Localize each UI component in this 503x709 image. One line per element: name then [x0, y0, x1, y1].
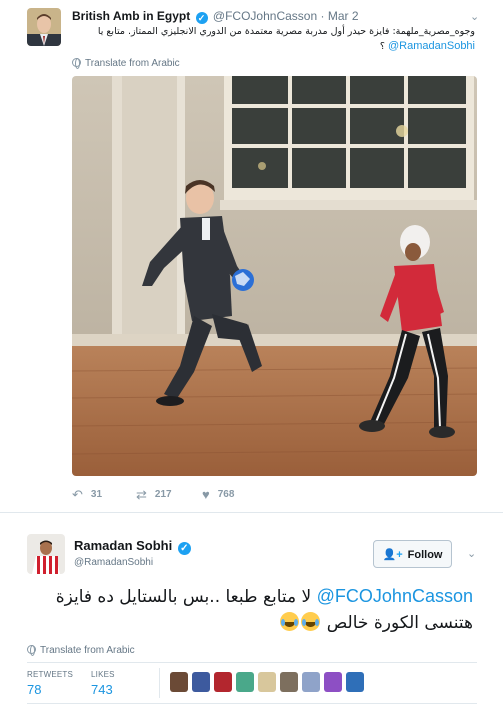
mention-link[interactable]: @RamadanSobhi [388, 40, 475, 52]
liker-avatar[interactable] [170, 672, 188, 692]
liker-avatar[interactable] [192, 672, 210, 692]
tears-of-joy-emoji [280, 612, 300, 631]
liker-avatar[interactable] [214, 672, 232, 692]
retweets-count: 78 [27, 682, 42, 697]
tweet-british-amb: British Amb in Egypt ✓ @FCOJohnCasson · … [0, 0, 503, 513]
tweet-date[interactable]: · Mar 2 [321, 9, 359, 23]
retweets-stat[interactable]: RETWEETS 78 [27, 670, 73, 697]
translate-label: Translate from Arabic [40, 645, 135, 656]
translate-link[interactable]: Translate from Arabic [27, 645, 135, 656]
tweet-text-end: ؟ [379, 41, 385, 52]
follow-user-icon: 👤+ [382, 548, 403, 561]
author-avatar[interactable] [27, 534, 65, 574]
mention-link[interactable]: @FCOJohnCasson [317, 586, 473, 606]
liker-avatar[interactable] [236, 672, 254, 692]
likes-count: 743 [91, 682, 113, 697]
tweet-text-body: وجوه_مصرية_ملهمة: فايزة حيدر أول مدربة م… [97, 26, 475, 37]
chevron-down-icon[interactable]: ⌄ [467, 547, 476, 560]
translate-label: Translate from Arabic [85, 58, 180, 69]
chevron-down-icon[interactable]: ⌄ [470, 10, 479, 23]
tweet-stats: RETWEETS 78 LIKES 743 [27, 662, 477, 704]
retweet-icon: ⇄ [136, 487, 147, 502]
tears-of-joy-emoji [301, 612, 321, 631]
reply-action[interactable]: ↶ 31 [72, 487, 102, 503]
like-action[interactable]: ♥ 768 [202, 487, 234, 502]
tweet-photo[interactable] [72, 76, 477, 476]
like-icon: ♥ [202, 487, 210, 502]
tweet-text-line2-body: هتنسى الكورة خالص [326, 613, 473, 633]
like-count: 768 [217, 489, 235, 500]
globe-icon [72, 58, 81, 69]
liker-avatar[interactable] [258, 672, 276, 692]
reply-count: 31 [90, 489, 103, 500]
tweet-text: وجوه_مصرية_ملهمة: فايزة حيدر أول مدربة م… [75, 24, 475, 54]
retweets-label: RETWEETS [27, 670, 74, 679]
follow-label: Follow [407, 548, 443, 561]
tweet-header: British Amb in Egypt ✓ @FCOJohnCasson · … [72, 9, 359, 24]
verified-icon: ✓ [177, 542, 191, 555]
tweet-text-line1-body: لا متابع طبعا ..بس بالستايل ده فايزة [55, 587, 312, 607]
follow-button[interactable]: 👤+ Follow [373, 540, 452, 568]
tweet-text-line2: هتنسى الكورة خالص [33, 610, 473, 636]
globe-icon [27, 645, 36, 656]
author-handle[interactable]: @FCOJohnCasson [213, 9, 317, 23]
reply-icon: ↶ [72, 487, 83, 502]
verified-icon: ✓ [195, 12, 208, 24]
tweet-text-line1: @FCOJohnCasson لا متابع طبعا ..بس بالستا… [33, 583, 473, 610]
author-name-label: Ramadan Sobhi [74, 538, 173, 553]
tweet-text: @FCOJohnCasson لا متابع طبعا ..بس بالستا… [33, 583, 473, 636]
author-handle[interactable]: @RamadanSobhi [74, 557, 153, 568]
likes-label: LIKES [91, 670, 115, 679]
retweet-count: 217 [154, 489, 172, 500]
stats-divider [159, 668, 160, 698]
retweet-action[interactable]: ⇄ 217 [136, 487, 172, 503]
liker-avatar[interactable] [302, 672, 320, 692]
liker-avatar[interactable] [280, 672, 298, 692]
author-avatar[interactable] [27, 8, 61, 46]
tweet-ramadan-sobhi: Ramadan Sobhi ✓ @RamadanSobhi 👤+ Follow ⌄… [0, 514, 503, 709]
likes-stat[interactable]: LIKES 743 [91, 670, 115, 697]
liker-avatar[interactable] [324, 672, 342, 692]
translate-link[interactable]: Translate from Arabic [72, 58, 180, 69]
author-name[interactable]: Ramadan Sobhi ✓ [74, 538, 193, 555]
author-name[interactable]: British Amb in Egypt [72, 9, 190, 23]
liker-avatar[interactable] [346, 672, 364, 692]
